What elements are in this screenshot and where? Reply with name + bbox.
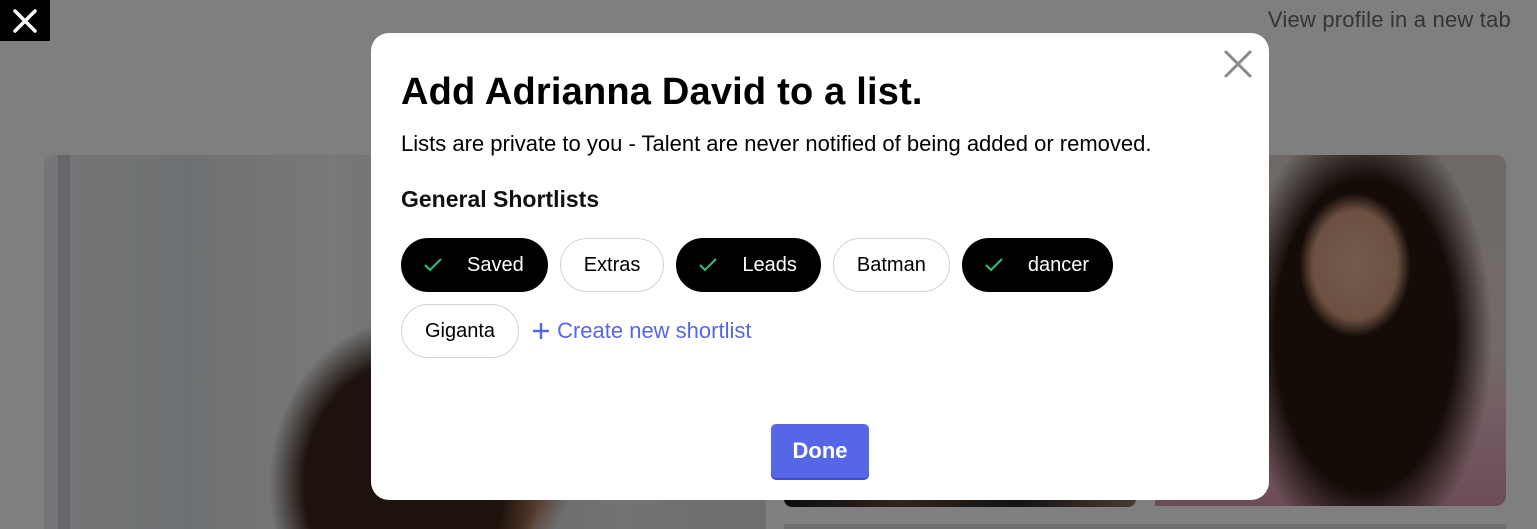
shortlist-chip-giganta[interactable]: Giganta bbox=[401, 304, 520, 358]
shortlist-chip-dancer[interactable]: dancer bbox=[961, 238, 1113, 292]
shortlist-chip-extras[interactable]: Extras bbox=[559, 238, 665, 292]
shortlist-chip-label: Leads bbox=[742, 253, 797, 276]
create-shortlist-link[interactable]: Create new shortlist bbox=[531, 318, 751, 344]
shortlist-chips: Saved Extras Leads Batman dancer Giganta bbox=[401, 238, 1181, 358]
check-icon bbox=[698, 255, 718, 275]
close-icon bbox=[1224, 50, 1252, 78]
modal-title: Add Adrianna David to a list. bbox=[401, 71, 923, 113]
shortlist-chip-label: Extras bbox=[583, 253, 641, 276]
add-to-list-modal: Add Adrianna David to a list. Lists are … bbox=[371, 33, 1269, 500]
check-icon bbox=[423, 255, 443, 275]
modal-close-button[interactable] bbox=[1221, 47, 1255, 81]
modal-description: Lists are private to you - Talent are ne… bbox=[401, 131, 1152, 156]
close-viewer-button[interactable] bbox=[0, 0, 50, 41]
create-shortlist-label: Create new shortlist bbox=[557, 318, 752, 343]
check-icon bbox=[984, 255, 1004, 275]
shortlist-chip-batman[interactable]: Batman bbox=[832, 238, 950, 292]
shortlist-chip-label: dancer bbox=[1027, 253, 1089, 276]
close-icon bbox=[13, 8, 37, 33]
done-button[interactable]: Done bbox=[771, 424, 869, 478]
shortlist-chip-label: Batman bbox=[856, 253, 926, 276]
plus-icon bbox=[531, 321, 551, 341]
shortlist-chip-label: Giganta bbox=[425, 319, 496, 342]
shortlist-chip-saved[interactable]: Saved bbox=[401, 238, 548, 292]
section-title: General Shortlists bbox=[401, 186, 600, 212]
shortlist-chip-leads[interactable]: Leads bbox=[676, 238, 821, 292]
shortlist-chip-label: Saved bbox=[467, 253, 524, 276]
